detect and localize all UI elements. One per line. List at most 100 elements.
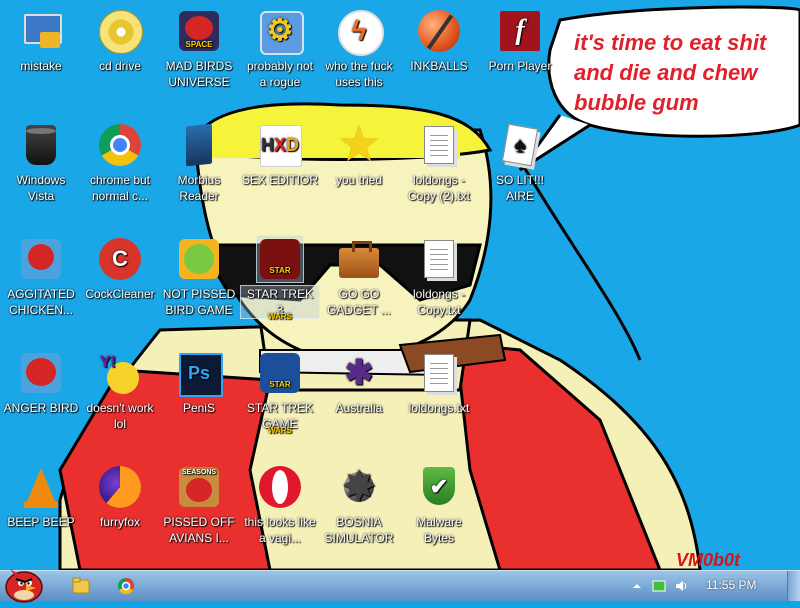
desktop-icon-loldongs[interactable]: loldongs.txt [400, 346, 478, 458]
desktop-icon-chrome[interactable]: chrome but normal c... [81, 118, 159, 230]
cd-icon [97, 8, 143, 54]
volume-icon[interactable] [674, 579, 688, 593]
star-icon: ★ [339, 120, 379, 169]
reader-icon [176, 122, 222, 168]
icon-label: Porn Player [488, 59, 552, 73]
icon-label: INKBALLS [410, 59, 468, 73]
icon-label: you tried [335, 173, 383, 187]
icon-label: Windows Vista [16, 173, 66, 203]
settings-gears-icon: ⚙ [257, 8, 304, 55]
desktop-icon-australia[interactable]: ✱ Australia [320, 346, 398, 458]
speech-text-line-1: it's time to eat shit [574, 30, 768, 55]
angry-birds-icon [18, 350, 64, 396]
taskbar-explorer-button[interactable] [62, 574, 98, 598]
text-file-icon [416, 236, 462, 282]
desktop-icon-not-pissed[interactable]: NOT PISSED BIRD GAME [160, 232, 238, 344]
icon-label: chrome but normal c... [89, 173, 151, 203]
action-center-flag-icon[interactable] [652, 579, 666, 593]
desktop-icon-mad-birds[interactable]: SPACE MAD BIRDS UNIVERSE [160, 4, 238, 116]
icon-label: NOT PISSED BIRD GAME [162, 287, 236, 317]
desktop-icon-star-trek-game[interactable]: STAR WARS STAR TREK GAME [241, 346, 319, 458]
icon-label: Australia [335, 401, 383, 415]
desktop-icon-penis[interactable]: Ps PeniS [160, 346, 238, 458]
desktop-icon-you-tried[interactable]: ★ you tried [320, 118, 398, 230]
icon-label: Malware Bytes [416, 515, 462, 545]
firefox-icon [97, 464, 143, 510]
desktop-icon-cockcleaner[interactable]: C CockCleaner [81, 232, 159, 344]
desktop-icon-who-uses[interactable]: ϟ who the fuck uses this [320, 4, 398, 116]
star-wars-game-icon: STAR WARS [256, 235, 304, 321]
artist-signature: VM0b0t [676, 550, 741, 570]
desktop-icon-star-trek-3[interactable]: STAR WARS STAR TREK 3 [240, 232, 320, 344]
vlc-cone-icon [18, 464, 64, 510]
chrome-icon [97, 122, 143, 168]
icon-label: doesn't work lol [86, 401, 154, 431]
desktop[interactable]: it's time to eat shit and die and chew b… [0, 0, 800, 570]
text-file-icon [416, 350, 462, 396]
desktop-icon-bosnia[interactable]: ✸ BOSNIA SIMULATOR [320, 460, 398, 570]
inkball-icon [416, 8, 462, 54]
icon-label: GO GO GADGET ... [327, 287, 391, 317]
system-tray: 11:55 PM [620, 571, 800, 601]
icon-label: loldongs.txt [408, 401, 470, 415]
desktop-icon-cd-drive[interactable]: cd drive [81, 4, 159, 116]
folder-icon [72, 577, 90, 594]
icon-label: PeniS [182, 401, 216, 415]
show-desktop-button[interactable] [787, 571, 800, 601]
desktop-icon-anger-bird[interactable]: ANGER BIRD [2, 346, 80, 458]
icon-label: mistake [20, 59, 62, 73]
icon-label: Morbius Reader [177, 173, 221, 203]
icon-label: this looks like a vagi... [244, 515, 316, 545]
desktop-icon-beep-beep[interactable]: BEEP BEEP [2, 460, 80, 570]
icon-label: CockCleaner [85, 287, 155, 301]
start-button[interactable] [2, 565, 46, 603]
spider-solitaire-icon: ✱ [344, 354, 374, 392]
desktop-icon-morbius[interactable]: Morbius Reader [160, 118, 238, 230]
computer-icon [18, 8, 64, 54]
desktop-icon-sex-editior[interactable]: HXD SEX EDITIOR [241, 118, 319, 230]
desktop-icon-windows-vista[interactable]: Windows Vista [2, 118, 80, 230]
minesweeper-mine-icon: ✸ [343, 466, 375, 508]
taskbar-chrome-button[interactable] [108, 574, 144, 598]
icon-label: BEEP BEEP [7, 515, 75, 529]
desktop-icon-malware[interactable]: ✔ Malware Bytes [400, 460, 478, 570]
briefcase-icon [336, 236, 382, 282]
desktop-icon-rogue[interactable]: ⚙ probably not a rogue [241, 4, 319, 116]
trash-bin-icon [18, 122, 64, 168]
icon-label: PISSED OFF AVIANS I... [163, 515, 235, 545]
icon-label: furryfox [99, 515, 140, 529]
show-hidden-icons-icon[interactable] [630, 579, 644, 593]
hxd-editor-icon: HXD [257, 122, 303, 168]
angry-birds-space-icon: SPACE [176, 8, 222, 54]
desktop-icon-pissed-off[interactable]: SEASONS PISSED OFF AVIANS I... [160, 460, 238, 570]
bad-piggies-icon [176, 236, 222, 282]
icon-label: loldongs - Copy.txt [412, 287, 466, 317]
icon-label: BOSNIA SIMULATOR [324, 515, 394, 545]
icon-label: who the fuck uses this [325, 59, 393, 89]
desktop-icon-loldongs-copy-2[interactable]: loldongs - Copy (2).txt [400, 118, 478, 230]
icon-label: SO LIT!!! AIRE [495, 173, 544, 203]
icon-label: probably not a rogue [246, 59, 314, 89]
desktop-icon-inkballs[interactable]: INKBALLS [400, 4, 478, 116]
yahoo-messenger-icon: Y! [97, 350, 143, 396]
text-file-icon [416, 122, 462, 168]
desktop-icon-porn-player[interactable]: f Porn Player [481, 4, 559, 116]
desktop-icon-vagina[interactable]: this looks like a vagi... [241, 460, 319, 570]
icon-label: SEX EDITIOR [242, 173, 319, 187]
winamp-bolt-icon: ϟ [336, 8, 384, 56]
speech-text-line-2: and die and chew [574, 60, 759, 85]
desktop-icon-so-lit[interactable]: ♠ SO LIT!!! AIRE [481, 118, 559, 230]
desktop-icon-loldongs-copy[interactable]: loldongs - Copy.txt [400, 232, 478, 344]
taskbar-clock[interactable]: 11:55 PM [706, 578, 756, 592]
ccleaner-icon: C [97, 236, 143, 282]
desktop-icon-doesnt-work[interactable]: Y! doesn't work lol [81, 346, 159, 458]
desktop-icon-aggitated[interactable]: AGGITATED CHICKEN... [2, 232, 80, 344]
taskbar: 11:55 PM [0, 569, 800, 603]
photoshop-icon: Ps [176, 350, 223, 397]
desktop-icon-mistake[interactable]: mistake [2, 4, 80, 116]
solitaire-cards-icon: ♠ [497, 122, 543, 168]
icon-label: loldongs - Copy (2).txt [407, 173, 470, 203]
desktop-icon-go-gadget[interactable]: GO GO GADGET ... [320, 232, 398, 344]
desktop-icon-furryfox[interactable]: furryfox [81, 460, 159, 570]
angry-bird-start-icon [5, 569, 43, 603]
